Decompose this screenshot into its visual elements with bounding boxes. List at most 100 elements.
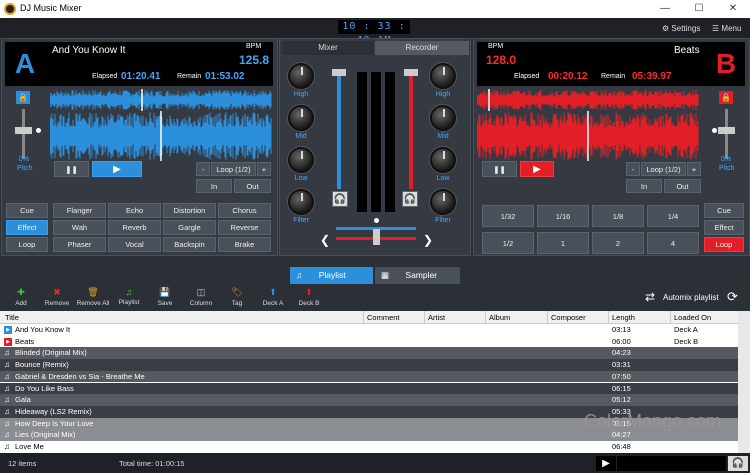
deck-b-cue-button[interactable]: Cue [704,203,744,218]
tab-playlist[interactable]: ♫ Playlist [290,267,373,284]
table-row[interactable]: ♫ Blinded (Original Mix) 04:23 [0,347,738,360]
column-header-title[interactable]: Title [5,311,19,324]
deck-b-loop-2-button[interactable]: 2 [592,232,644,254]
deck-b-overview-waveform[interactable] [477,89,699,111]
deck-b-pitch-slider[interactable] [718,127,735,134]
preview-progress[interactable] [617,456,726,471]
deck-a-loop-plus-button[interactable]: + [257,162,271,176]
deck-a-fx-backspin-button[interactable]: Backspin [163,237,216,252]
tab-sampler[interactable]: ▦ Sampler [375,267,460,284]
tab-recorder[interactable]: Recorder [375,41,469,55]
deck-a-fx-reverb-button[interactable]: Reverb [108,220,161,235]
tag-button[interactable]: 🏷 Tag [220,287,254,307]
deck-a-fx-distortion-button[interactable]: Distortion [163,203,216,218]
minimize-button[interactable]: — [648,0,682,18]
deck-b-loop-1-button[interactable]: 1 [537,232,589,254]
deck-b-main-waveform[interactable] [477,111,699,161]
deck-a-fx-brake-button[interactable]: Brake [218,237,271,252]
deck-a-button[interactable]: ⬆ Deck A [256,287,290,307]
deck-b-out-button[interactable]: Out [664,179,701,193]
table-row[interactable]: ♫ Bounce (Remix) 03:31 [0,359,738,371]
tab-mixer[interactable]: Mixer [282,41,374,55]
deck-a-high-knob[interactable] [288,63,314,89]
table-row[interactable]: ♫ Gabriel & Dresden vs Sia - Breathe Me … [0,370,738,383]
settings-button[interactable]: ⚙ Settings [662,24,700,33]
deck-b-lock-icon[interactable]: 🔒 [719,91,733,104]
deck-a-effect-button[interactable]: Effect [6,220,48,235]
deck-a-pause-button[interactable]: ❚❚ [54,161,89,177]
deck-b-mid-knob[interactable] [430,105,456,131]
menu-button[interactable]: ☰ Menu [712,24,741,33]
column-button[interactable]: ◫ Column [184,287,218,307]
deck-b-pause-button[interactable]: ❚❚ [482,161,517,177]
table-row[interactable]: ▶ And You Know It 03:13 Deck A [0,324,738,336]
maximize-button[interactable]: ☐ [682,0,716,18]
deck-b-loop-plus-button[interactable]: + [687,162,701,176]
deck-b-loop-1-4-button[interactable]: 1/4 [647,205,699,227]
deck-a-filter-knob[interactable] [288,189,314,215]
deck-a-fx-gargle-button[interactable]: Gargle [163,220,216,235]
add-button[interactable]: ✚ Add [4,287,38,307]
deck-a-fx-phaser-button[interactable]: Phaser [53,237,106,252]
deck-a-play-button[interactable]: ▶ [92,161,142,177]
deck-b-loop-1-16-button[interactable]: 1/16 [537,205,589,227]
deck-a-fx-chorus-button[interactable]: Chorus [218,203,271,218]
deck-b-loop-button[interactable]: Loop [704,237,744,252]
deck-b-filter-knob[interactable] [430,189,456,215]
deck-a-low-knob[interactable] [288,147,314,173]
deck-b-button[interactable]: ⬆ Deck B [292,287,326,307]
shuffle-icon[interactable]: ⇄ [645,290,655,304]
deck-a-mid-knob[interactable] [288,105,314,131]
column-header-artist[interactable]: Artist [428,311,445,324]
deck-b-play-button[interactable]: ▶ [520,161,554,177]
close-button[interactable]: ✕ [716,0,750,18]
deck-a-loop-select[interactable]: Loop (1/2) [211,162,256,176]
preview-play-button[interactable]: ▶ [596,456,616,471]
deck-a-overview-waveform[interactable] [50,89,272,111]
deck-a-fx-vocal-button[interactable]: Vocal [108,237,161,252]
save-button[interactable]: 💾 Save [148,287,182,307]
crossfader-right-icon[interactable]: ❯ [423,233,433,247]
preview-headphone-icon[interactable]: 🎧 [728,456,748,471]
deck-a-in-button[interactable]: In [196,179,232,193]
deck-b-effect-button[interactable]: Effect [704,220,744,235]
crossfader-left-icon[interactable]: ❮ [320,233,330,247]
deck-a-cue-button[interactable]: Cue [6,203,48,218]
deck-a-headphone-icon[interactable]: 🎧 [332,191,348,207]
playlist-button[interactable]: ♫ Playlist [112,287,146,306]
deck-b-loop-select[interactable]: Loop (1/2) [641,162,686,176]
deck-a-fx-echo-button[interactable]: Echo [108,203,161,218]
deck-a-out-button[interactable]: Out [234,179,271,193]
deck-a-pitch-slider[interactable] [15,127,32,134]
deck-a-loop-minus-button[interactable]: - [196,162,210,176]
column-header-comment[interactable]: Comment [367,311,400,324]
deck-b-loop-4-button[interactable]: 4 [647,232,699,254]
deck-b-low-knob[interactable] [430,147,456,173]
column-header-album[interactable]: Album [489,311,510,324]
column-header-loaded-on[interactable]: Loaded On [674,311,711,324]
deck-b-high-knob[interactable] [430,63,456,89]
table-row[interactable]: ▶ Beats 06:00 Deck B [0,335,738,348]
deck-b-in-button[interactable]: In [626,179,662,193]
table-row[interactable]: ♫ Do You Like Bass 06:15 [0,382,738,395]
deck-a-lock-icon[interactable]: 🔒 [16,91,30,104]
deck-b-volume-fader[interactable] [404,69,418,76]
deck-b-loop-1-8-button[interactable]: 1/8 [592,205,644,227]
column-header-length[interactable]: Length [612,311,635,324]
deck-a-fx-wah-button[interactable]: Wah [53,220,106,235]
remove-button[interactable]: ✖ Remove [40,287,74,307]
deck-a-fx-flanger-button[interactable]: Flanger [53,203,106,218]
crossfader-handle[interactable] [373,229,380,245]
table-row[interactable]: ♫ Gala 05:12 [0,394,738,406]
column-header-composer[interactable]: Composer [551,311,586,324]
deck-b-loop-1-2-button[interactable]: 1/2 [482,232,534,254]
deck-b-headphone-icon[interactable]: 🎧 [402,191,418,207]
deck-a-fx-reverse-button[interactable]: Reverse [218,220,271,235]
deck-a-main-waveform[interactable] [50,111,272,161]
deck-b-loop-1-32-button[interactable]: 1/32 [482,205,534,227]
table-scrollbar[interactable] [738,311,750,453]
deck-a-volume-fader[interactable] [332,69,346,76]
repeat-icon[interactable]: ⟳ [727,289,738,305]
table-row[interactable]: ♫ Love Me 06:48 [0,441,738,453]
remove-all-button[interactable]: 🗑 Remove All [76,287,110,307]
